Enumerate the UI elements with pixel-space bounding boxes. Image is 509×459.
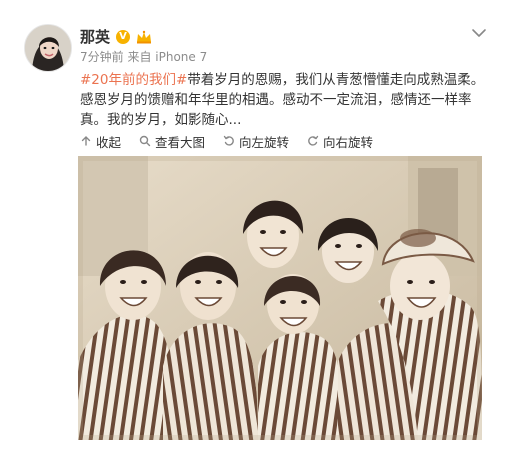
rotate-left-label: 向左旋转 (239, 134, 290, 150)
rotate-left-icon (223, 135, 234, 146)
avatar[interactable] (24, 24, 72, 72)
collapse-label: 收起 (96, 134, 122, 150)
post-content: #20年前的我们#带着岁月的恩赐，我们从青葱懵懂走向成熟温柔。感恩岁月的馈赠和年… (80, 70, 486, 130)
image-actions-bar: 收起 查看大图 向左旋转 向右旋转 (80, 131, 480, 151)
author-name-row: 那英 V (80, 26, 152, 47)
author-name[interactable]: 那英 (80, 26, 110, 47)
v-badge-icon: V (116, 29, 131, 44)
view-large-label: 查看大图 (155, 134, 206, 150)
rotate-right-button[interactable]: 向右旋转 (307, 132, 373, 151)
post-photo-image (78, 156, 482, 440)
rotate-right-label: 向右旋转 (323, 134, 374, 150)
rotate-right-icon (308, 135, 319, 146)
weibo-post-card: 那英 V 7分钟前 来自 iPhone 7 #20年前的我们#带着岁月的恩赐，我… (0, 0, 509, 459)
hashtag-link[interactable]: #20年前的我们# (80, 72, 187, 88)
magnifier-icon (139, 135, 151, 147)
arrow-up-icon (81, 136, 91, 146)
chevron-down-icon[interactable] (471, 27, 487, 39)
collapse-button[interactable]: 收起 (80, 132, 121, 151)
view-large-button[interactable]: 查看大图 (139, 132, 205, 151)
post-photo[interactable] (78, 156, 482, 440)
post-meta: 7分钟前 来自 iPhone 7 (80, 50, 208, 64)
rotate-left-button[interactable]: 向左旋转 (223, 132, 289, 151)
crown-icon (137, 30, 152, 43)
